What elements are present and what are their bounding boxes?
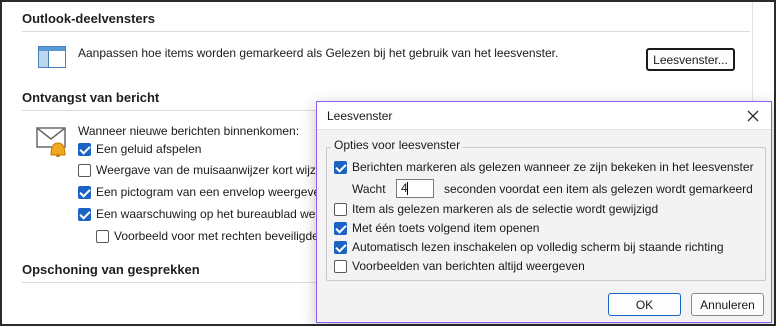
ok-button[interactable]: OK xyxy=(608,293,681,316)
wait-suffix-label: seconden voordat een item als gelezen wo… xyxy=(444,182,753,196)
reading-pane-description: Aanpassen hoe items worden gemarkeerd al… xyxy=(78,46,559,60)
mark-read-checkbox[interactable] xyxy=(334,161,347,174)
reading-pane-button[interactable]: Leesvenster... xyxy=(646,48,735,71)
play-sound-label: Een geluid afspelen xyxy=(96,142,202,156)
play-sound-checkbox[interactable] xyxy=(78,143,91,156)
protected-preview-label: Voorbeeld voor met rechten beveiligde xyxy=(114,229,319,243)
always-show-previews-label: Voorbeelden van berichten altijd weergev… xyxy=(352,259,585,273)
message-arrival-intro: Wanneer nieuwe berichten binnenkomen: xyxy=(78,124,300,138)
auto-read-portrait-label: Automatisch lezen inschakelen op volledi… xyxy=(352,240,724,254)
desktop-alert-label: Een waarschuwing op het bureaublad weer xyxy=(96,207,327,221)
envelope-bell-icon xyxy=(36,125,70,158)
change-pointer-checkbox[interactable] xyxy=(78,164,91,177)
close-icon[interactable] xyxy=(743,106,763,126)
protected-preview-checkbox[interactable] xyxy=(96,230,109,243)
always-show-previews-checkbox[interactable] xyxy=(334,260,347,273)
dialog-titlebar[interactable]: Leesvenster xyxy=(317,102,771,130)
section-divider xyxy=(22,31,750,32)
reading-pane-icon xyxy=(38,46,66,68)
change-pointer-label: Weergave van de muisaanwijzer kort wijzi… xyxy=(96,163,326,177)
wait-seconds-input[interactable]: 4 xyxy=(396,179,434,198)
section-title-cleanup: Opschoning van gesprekken xyxy=(22,262,200,277)
mark-read-label: Berichten markeren als gelezen wanneer z… xyxy=(352,160,754,174)
cancel-button[interactable]: Annuleren xyxy=(691,293,764,316)
single-key-reading-label: Met één toets volgend item openen xyxy=(352,221,540,235)
group-title: Opties voor leesvenster xyxy=(331,138,464,152)
mark-on-selection-change-checkbox[interactable] xyxy=(334,203,347,216)
dialog-title: Leesvenster xyxy=(327,109,393,123)
envelope-icon-label: Een pictogram van een envelop weergever xyxy=(96,185,325,199)
mark-on-selection-change-label: Item als gelezen markeren als de selecti… xyxy=(352,202,659,216)
section-divider xyxy=(22,110,316,111)
section-title-message-arrival: Ontvangst van bericht xyxy=(22,90,160,105)
section-title-outlook-panes: Outlook-deelvensters xyxy=(22,11,155,26)
section-divider xyxy=(22,282,316,283)
desktop-alert-checkbox[interactable] xyxy=(78,208,91,221)
single-key-reading-checkbox[interactable] xyxy=(334,222,347,235)
wait-label: Wacht xyxy=(352,182,386,196)
reading-pane-dialog: Leesvenster Opties voor leesvenster Beri… xyxy=(316,101,772,323)
envelope-icon-checkbox[interactable] xyxy=(78,186,91,199)
auto-read-portrait-checkbox[interactable] xyxy=(334,241,347,254)
